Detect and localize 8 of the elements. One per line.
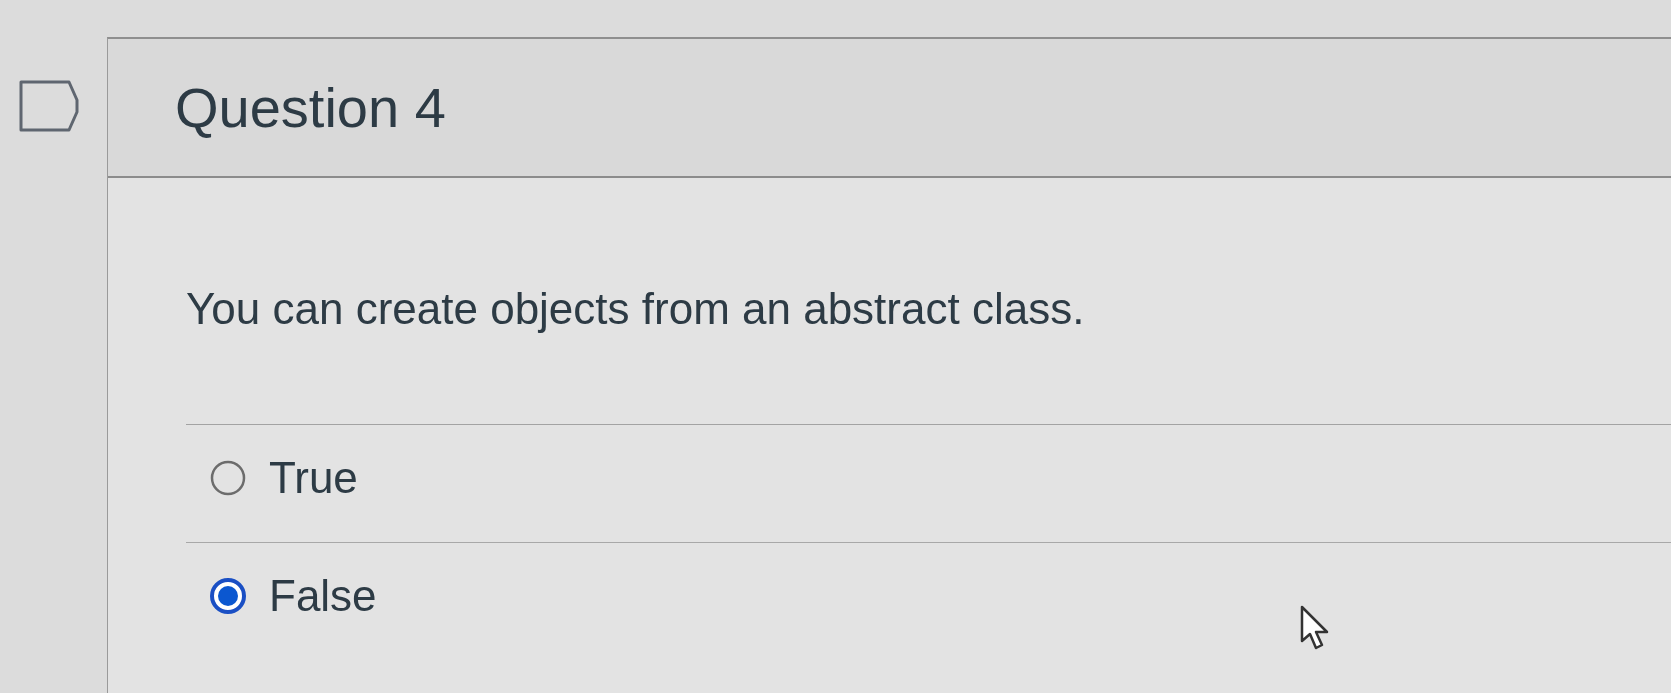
tag-icon[interactable] xyxy=(19,80,79,132)
option-label[interactable]: False xyxy=(269,571,377,622)
mouse-pointer-icon xyxy=(1300,605,1330,651)
option-label[interactable]: True xyxy=(269,452,358,504)
question-text: You can create objects from an abstract class. xyxy=(186,284,1086,335)
radio-button[interactable] xyxy=(210,459,246,496)
question-title: Question 4 xyxy=(175,76,446,139)
radio-button[interactable] xyxy=(210,578,246,615)
